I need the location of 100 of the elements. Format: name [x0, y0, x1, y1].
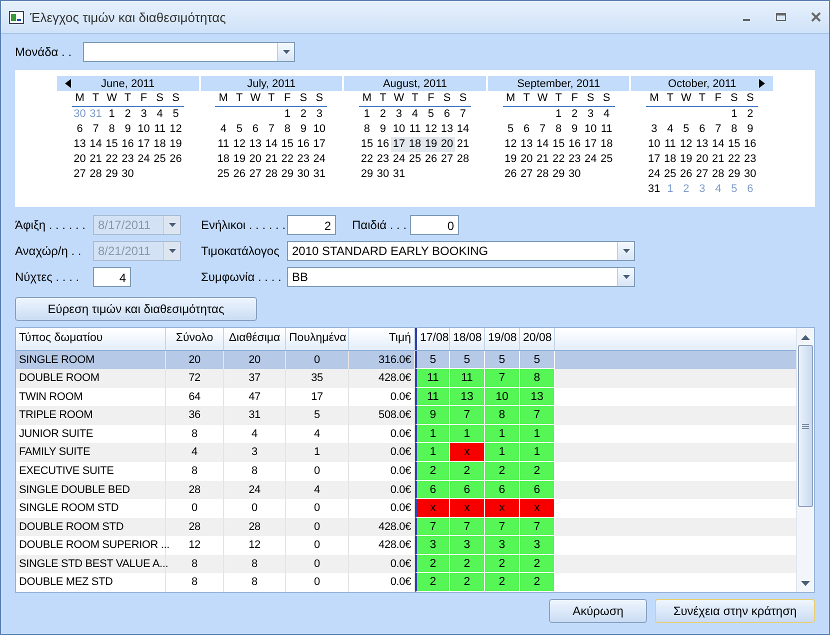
calendar-day[interactable]: 16 [566, 137, 583, 152]
calendar-day[interactable]: 8 [279, 122, 296, 137]
calendar-day[interactable]: 13 [518, 137, 535, 152]
calendar-day[interactable]: 8 [104, 122, 120, 137]
calendar-day[interactable]: 29 [104, 167, 120, 182]
calendar-day[interactable]: 20 [694, 152, 710, 167]
calendar-day[interactable]: 13 [438, 122, 455, 137]
calendar-day[interactable]: 5 [231, 122, 248, 137]
calendar-day[interactable]: 12 [422, 122, 439, 137]
calendar-day[interactable]: 25 [152, 152, 168, 167]
calendar-day[interactable]: 3 [582, 107, 599, 122]
column-header[interactable]: 20/08 [520, 328, 555, 350]
calendar-day[interactable]: 30 [120, 167, 136, 182]
calendar-day[interactable]: 21 [454, 137, 471, 152]
calendar-day[interactable]: 17 [646, 152, 662, 167]
agreement-dropdown[interactable]: BB [287, 267, 635, 287]
calendar-day[interactable]: 21 [88, 152, 104, 167]
calendar-day[interactable]: 22 [279, 152, 296, 167]
table-row[interactable]: TWIN ROOM 64 47 17 0.0€ 11 13 10 13 [16, 388, 796, 406]
calendar-day[interactable]: 3 [136, 107, 152, 122]
calendar-day[interactable]: 1 [358, 107, 375, 122]
calendar-day[interactable]: 14 [263, 137, 280, 152]
calendar-day[interactable]: 29 [550, 167, 567, 182]
search-button[interactable]: Εύρεση τιμών και διαθεσιμότητας [15, 297, 257, 321]
cancel-button[interactable]: Ακύρωση [549, 599, 647, 623]
calendar-day[interactable]: 16 [742, 137, 758, 152]
calendar-day[interactable]: 19 [231, 152, 248, 167]
calendar-day[interactable]: 22 [104, 152, 120, 167]
calendar-day[interactable]: 27 [518, 167, 535, 182]
calendar-day[interactable]: 15 [104, 137, 120, 152]
calendar-day[interactable]: 11 [152, 122, 168, 137]
children-field[interactable]: 0 [410, 215, 459, 235]
continue-button[interactable]: Συνέχεια στην κράτηση [655, 599, 815, 623]
calendar-day[interactable]: 3 [311, 107, 328, 122]
calendar-day[interactable]: 25 [598, 152, 615, 167]
column-header[interactable]: 18/08 [450, 328, 485, 350]
calendar-day[interactable]: 26 [678, 167, 694, 182]
table-row[interactable]: SINGLE DOUBLE BED 28 24 4 0.0€ 6 6 6 6 [16, 480, 796, 500]
calendar-day[interactable]: 28 [710, 167, 726, 182]
calendar-day[interactable]: 27 [72, 167, 88, 182]
calendar-day[interactable]: 5 [168, 107, 184, 122]
calendar-day[interactable]: 28 [88, 167, 104, 182]
table-row[interactable]: JUNIOR SUITE 8 4 4 0.0€ 1 1 1 1 [16, 424, 796, 444]
calendar-day[interactable]: 5 [502, 122, 519, 137]
calendar-day[interactable]: 14 [454, 122, 471, 137]
calendar-day[interactable]: 24 [311, 152, 328, 167]
calendar-day[interactable]: 4 [215, 122, 232, 137]
calendar-day[interactable]: 2 [295, 107, 312, 122]
calendar-day[interactable]: 7 [454, 107, 471, 122]
calendar-day[interactable]: 1 [104, 107, 120, 122]
calendar-day[interactable]: 25 [215, 167, 232, 182]
calendar-day[interactable]: 21 [534, 152, 551, 167]
calendar-day[interactable]: 28 [454, 152, 471, 167]
calendar-day[interactable]: 30 [374, 167, 391, 182]
adults-field[interactable]: 2 [287, 215, 336, 235]
calendar-day[interactable]: 18 [598, 137, 615, 152]
calendar-day[interactable]: 24 [646, 167, 662, 182]
calendar-day[interactable]: 12 [231, 137, 248, 152]
calendar-day[interactable]: 26 [502, 167, 519, 182]
calendar-day[interactable]: 29 [358, 167, 375, 182]
calendar-day[interactable]: 2 [742, 107, 758, 122]
calendar-day[interactable]: 29 [279, 167, 296, 182]
calendar-day[interactable]: 25 [662, 167, 678, 182]
calendar-day[interactable]: 10 [582, 122, 599, 137]
calendar-day[interactable]: 23 [295, 152, 312, 167]
calendar-day[interactable]: 20 [518, 152, 535, 167]
scroll-down-icon[interactable] [801, 581, 810, 586]
calendar-day[interactable]: 9 [742, 122, 758, 137]
calendar-day[interactable]: 28 [263, 167, 280, 182]
calendar-day[interactable]: 17 [390, 137, 407, 152]
calendar-day[interactable]: 15 [279, 137, 296, 152]
calendar-day[interactable]: 12 [502, 137, 519, 152]
calendar-day[interactable]: 5 [422, 107, 439, 122]
calendar-day[interactable]: 14 [710, 137, 726, 152]
calendar-day[interactable]: 30 [566, 167, 583, 182]
calendar-day[interactable]: 30 [742, 167, 758, 182]
close-icon[interactable] [811, 12, 821, 22]
calendar-day[interactable]: 2 [120, 107, 136, 122]
calendar-day[interactable]: 24 [136, 152, 152, 167]
calendar-day[interactable]: 10 [390, 122, 407, 137]
calendar-day[interactable]: 8 [550, 122, 567, 137]
scroll-thumb[interactable] [798, 345, 813, 507]
calendar-day[interactable]: 4 [406, 107, 423, 122]
calendar-day[interactable]: 1 [550, 107, 567, 122]
calendar-day[interactable]: 19 [168, 137, 184, 152]
calendar-day[interactable]: 11 [598, 122, 615, 137]
scrollbar[interactable] [796, 328, 814, 592]
calendar-day[interactable]: 28 [534, 167, 551, 182]
calendar-day[interactable]: 16 [295, 137, 312, 152]
calendar-day[interactable]: 7 [263, 122, 280, 137]
calendar-day[interactable]: 15 [358, 137, 375, 152]
column-header[interactable]: Πουλημένα [286, 328, 349, 350]
calendar-day[interactable]: 1 [726, 107, 742, 122]
calendar-day[interactable]: 10 [311, 122, 328, 137]
calendar-day[interactable]: 19 [678, 152, 694, 167]
calendar-day[interactable]: 6 [72, 122, 88, 137]
calendar-day[interactable]: 20 [438, 137, 455, 152]
table-row[interactable]: DOUBLE ROOM STD 28 28 0 428.0€ 7 7 7 7 [16, 518, 796, 536]
previous-month-icon[interactable] [65, 79, 71, 88]
column-header[interactable]: Διαθέσιμα [224, 328, 286, 350]
